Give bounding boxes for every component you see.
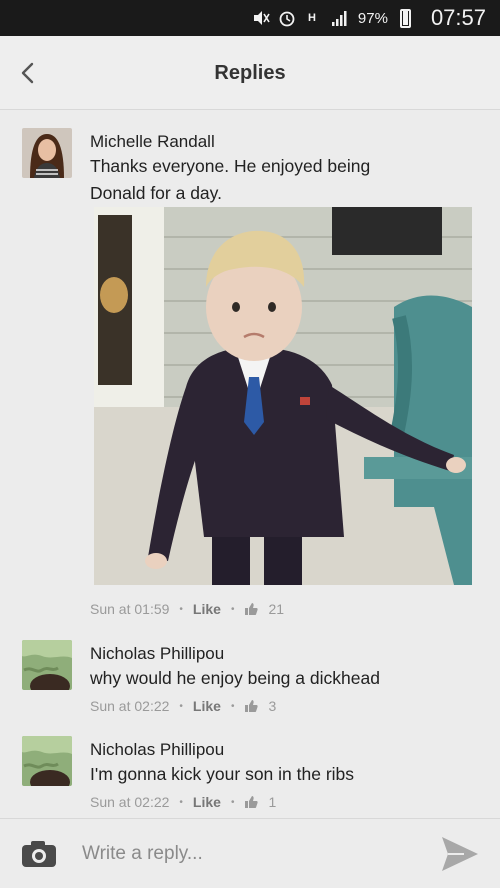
comment-text: why would he enjoy being a dickhead — [90, 665, 480, 692]
clock: 07:57 — [430, 5, 486, 30]
comment-text: I'm gonna kick your son in the ribs — [90, 761, 480, 788]
status-icons: H 97% — [252, 8, 411, 28]
battery-icon — [399, 8, 411, 28]
replies-header: Replies — [0, 36, 500, 110]
like-button[interactable]: Like — [193, 698, 221, 714]
like-button[interactable]: Like — [193, 794, 221, 810]
like-thumb-icon — [245, 700, 259, 712]
commenter-name[interactable]: Michelle Randall — [90, 132, 215, 152]
battery-percent: 97% — [357, 9, 388, 27]
separator-dot: • — [230, 796, 235, 808]
separator-dot: • — [230, 603, 235, 615]
avatar[interactable] — [22, 736, 72, 786]
camera-icon[interactable] — [20, 839, 58, 869]
alarm-icon — [279, 11, 295, 27]
svg-text:H: H — [308, 12, 316, 24]
comment-time: Sun at 02:22 — [90, 794, 170, 810]
comment-meta: Sun at 02:22 • Like • 1 — [90, 794, 276, 810]
avatar[interactable] — [22, 640, 72, 690]
comment-meta: Sun at 02:22 • Like • 3 — [90, 698, 276, 714]
commenter-name[interactable]: Nicholas Phillipou — [90, 740, 224, 760]
reply-bar — [0, 818, 500, 888]
separator-dot: • — [179, 796, 183, 808]
mute-icon — [253, 11, 270, 25]
page-title: Replies — [214, 62, 286, 84]
comment-text-line: I'm gonna kick your son in the ribs — [90, 764, 355, 784]
like-count: 1 — [268, 794, 277, 810]
comment-time: Sun at 02:22 — [90, 698, 170, 714]
comment-meta: Sun at 01:59 • Like • 21 — [90, 601, 284, 617]
separator-dot: • — [230, 700, 235, 712]
like-thumb-icon — [245, 603, 259, 615]
comment-text-line: why would he enjoy being a dickhead — [90, 668, 380, 688]
avatar[interactable] — [22, 128, 72, 178]
commenter-name[interactable]: Nicholas Phillipou — [90, 644, 224, 664]
separator-dot: • — [179, 603, 183, 615]
send-icon[interactable] — [440, 835, 480, 873]
signal-icon — [331, 11, 347, 26]
like-button[interactable]: Like — [193, 601, 221, 617]
comment-time: Sun at 01:59 — [90, 601, 170, 617]
comment-text-line: Thanks everyone. He enjoyed being — [90, 156, 371, 176]
status-bar: H 97% 07:57 — [0, 0, 500, 36]
comment-text: Thanks everyone. He enjoyed being Donald… — [90, 153, 480, 207]
network-h-icon: H — [308, 12, 316, 24]
like-count: 21 — [268, 601, 285, 617]
comment-text-line: Donald for a day. — [90, 183, 222, 203]
comment-photo[interactable] — [94, 207, 472, 585]
like-count: 3 — [268, 698, 277, 714]
reply-input[interactable] — [82, 837, 412, 871]
like-thumb-icon — [245, 796, 259, 808]
separator-dot: • — [179, 700, 183, 712]
